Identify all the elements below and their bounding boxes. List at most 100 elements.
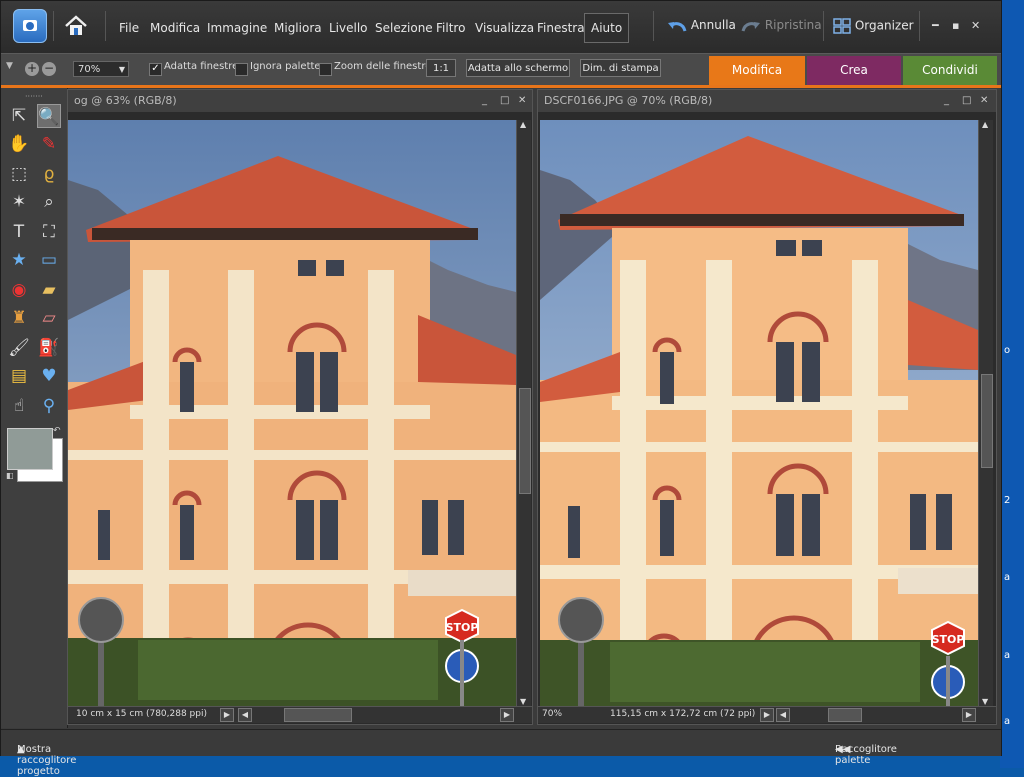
close-icon[interactable]: ✕ [971,19,980,32]
tab-accent-line [1,85,1001,88]
hand-tool-icon[interactable]: ✋ [7,132,31,156]
quick-selection-tool-icon[interactable]: ⌕ [37,190,61,214]
vertical-scrollbar[interactable]: ▲ ▼ [516,120,531,706]
document-status-bar: 70% 115,15 cm x 172,72 cm (72 ppi) ▶ ◀ ▶ [538,706,996,723]
menu-file[interactable]: File [119,21,139,35]
zoom-out-icon[interactable]: − [42,62,56,76]
minimize-icon[interactable]: _ [944,90,949,112]
foreground-color-swatch[interactable] [7,428,53,470]
menu-bar: File Modifica Immagine Migliora Livello … [1,1,1001,53]
status-menu-arrow-icon[interactable]: ▶ [220,708,234,722]
maximize-icon[interactable]: □ [962,90,971,112]
swap-colors-icon[interactable]: ↶ [53,426,61,436]
healing-brush-tool-icon[interactable]: ▰ [37,278,61,302]
eraser-tool-icon[interactable]: ▱ [37,306,61,330]
menu-visualizza[interactable]: Visualizza [475,21,534,35]
move-tool-icon[interactable]: ⇱ [7,104,31,128]
scroll-up-icon[interactable]: ▲ [982,120,988,129]
scrollbar-thumb[interactable] [519,388,531,494]
type-tool-icon[interactable]: T [7,220,31,244]
zoom-tool-icon[interactable]: 🔍 [37,104,61,128]
lasso-tool-icon[interactable]: ϱ [37,162,61,186]
menu-filtro[interactable]: Filtro [436,21,465,35]
menu-livello[interactable]: Livello [329,21,368,35]
vertical-scrollbar[interactable]: ▲ ▼ [978,120,993,706]
scroll-down-icon[interactable]: ▼ [520,697,526,706]
menu-migliora[interactable]: Migliora [274,21,322,35]
menu-aiuto[interactable]: Aiuto [584,13,630,43]
zoom-value: 70% [78,64,101,75]
smudge-tool-icon[interactable]: ☝ [7,394,31,418]
marquee-tool-icon[interactable]: ⬚ [7,162,31,186]
straighten-tool-icon[interactable]: ▭ [37,248,61,272]
chevron-down-icon: ▼ [118,65,125,74]
divider [653,11,654,41]
maximize-icon[interactable]: □ [500,90,509,112]
fit-on-screen-button[interactable]: Adatta allo schermo [466,59,570,77]
image-canvas-right[interactable]: STOP [540,120,978,706]
redo-label: Ripristina [764,18,822,32]
sponge-tool-icon[interactable]: ⚲ [37,394,61,418]
scroll-right-icon[interactable]: ▶ [500,708,514,722]
undo-button[interactable]: Annulla [667,18,736,33]
tab-crea[interactable]: Crea [807,56,901,85]
paint-bucket-tool-icon[interactable]: ⛽ [37,336,61,360]
desktop-glyph: 2 [1004,495,1011,506]
print-size-button[interactable]: Dim. di stampa [580,59,661,77]
menu-modifica[interactable]: Modifica [150,21,200,35]
red-eye-tool-icon[interactable]: ◉ [7,278,31,302]
cookie-cutter-tool-icon[interactable]: ★ [7,248,31,272]
menu-selezione[interactable]: Selezione [375,21,433,35]
scroll-left-icon[interactable]: ◀ [776,708,790,722]
palette-bin-label: Raccoglitore palette [835,744,897,766]
toolbox: ······· ⇱ 🔍 ✋ ✎ ⬚ ϱ ✶ ⌕ T ⛶ ★ ▭ ◉ ▰ ♜ ▱ … [1,88,68,728]
redo-button[interactable]: Ripristina [741,18,822,33]
scroll-up-icon[interactable]: ▲ [520,120,526,129]
tool-preset-chevron-icon[interactable]: ▼ [6,61,13,71]
eyedropper-tool-icon[interactable]: ✎ [37,132,61,156]
shape-tool-icon[interactable]: ♥ [37,364,61,388]
default-colors-icon[interactable]: ◧ [6,471,14,480]
horizontal-scrollbar-thumb[interactable] [284,708,352,722]
scrollbar-thumb[interactable] [981,374,993,468]
close-icon[interactable]: ✕ [518,90,526,112]
document-window-left: og @ 63% (RGB/8) _ □ ✕ STOP ▲ ▼ 10 cm x … [67,89,533,725]
zoom-windows-label: Zoom delle finestre [334,61,432,72]
scroll-down-icon[interactable]: ▼ [982,697,988,706]
status-menu-arrow-icon[interactable]: ▶ [760,708,774,722]
zoom-percentage-select[interactable]: 70% ▼ [73,61,129,77]
desktop-glyph: a [1004,650,1011,661]
photo-villa-tower: STOP [540,120,978,706]
zoom-windows-checkbox[interactable] [319,63,332,76]
image-canvas-left[interactable]: STOP [68,120,516,706]
menu-finestra[interactable]: Finestra [537,21,585,35]
scroll-left-icon[interactable]: ◀ [238,708,252,722]
minimize-icon[interactable]: ━ [932,19,939,32]
magic-wand-tool-icon[interactable]: ✶ [7,190,31,214]
app-logo-icon[interactable] [13,9,47,43]
minimize-icon[interactable]: _ [482,90,487,112]
document-window-right: DSCF0166.JPG @ 70% (RGB/8) _ □ ✕ STOP ▲ … [537,89,997,725]
organizer-button[interactable]: Organizer [833,18,914,34]
scroll-right-icon[interactable]: ▶ [962,708,976,722]
document-tab-right[interactable]: DSCF0166.JPG @ 70% (RGB/8) _ □ ✕ [538,90,996,112]
stop-sign-text: STOP [446,621,479,634]
ignore-palettes-checkbox[interactable] [235,63,248,76]
tab-condividi[interactable]: Condividi [903,56,997,85]
maximize-icon[interactable]: ▪ [952,19,959,32]
menu-immagine[interactable]: Immagine [207,21,267,35]
fit-windows-checkbox[interactable]: ✓ [149,63,162,76]
home-icon[interactable] [63,13,89,39]
toolbox-grip[interactable]: ······· [25,92,43,101]
document-tab-left[interactable]: og @ 63% (RGB/8) _ □ ✕ [68,90,532,112]
zoom-in-icon[interactable]: + [25,62,39,76]
close-icon[interactable]: ✕ [980,90,988,112]
crop-tool-icon[interactable]: ⛶ [37,220,61,244]
undo-icon [668,21,687,32]
actual-pixels-button[interactable]: 1:1 [426,59,456,77]
tab-modifica[interactable]: Modifica [709,56,805,85]
gradient-tool-icon[interactable]: ▤ [7,364,31,388]
horizontal-scrollbar-thumb[interactable] [828,708,862,722]
brush-tool-icon[interactable]: 🖌 [7,336,31,360]
clone-stamp-tool-icon[interactable]: ♜ [7,306,31,330]
